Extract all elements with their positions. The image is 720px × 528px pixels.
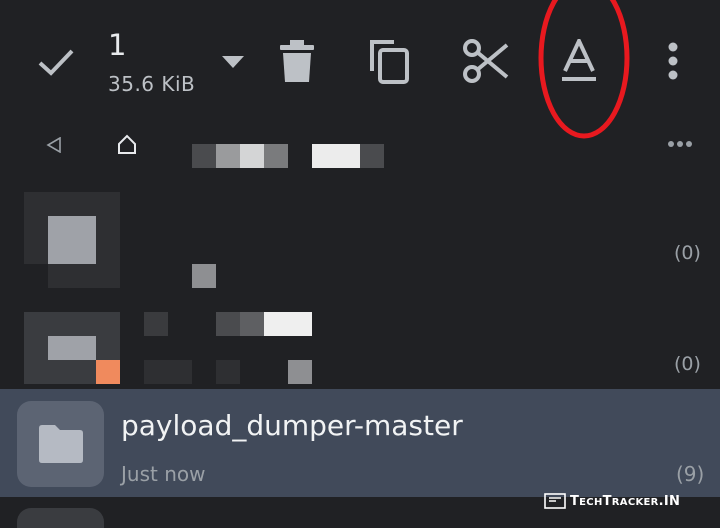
back-arrow-icon[interactable]: [42, 134, 66, 156]
file-row-1-count: (0): [674, 242, 701, 264]
more-vertical-icon[interactable]: [660, 40, 686, 82]
file-row-2-icon: [24, 312, 120, 384]
check-icon[interactable]: [34, 42, 78, 82]
file-modified-time: Just now: [121, 462, 206, 486]
selection-size: 35.6 KiB: [108, 72, 196, 96]
file-row-1-name-censored: [192, 264, 216, 288]
copy-icon[interactable]: [366, 38, 412, 86]
file-row-1-icon: [24, 192, 120, 288]
cut-icon[interactable]: [462, 38, 510, 84]
file-item-count: (9): [676, 462, 705, 486]
annotation-ellipse: [538, 0, 630, 139]
selection-count: 1: [108, 28, 127, 62]
breadcrumb-censored: [192, 144, 384, 168]
watermark-logo-icon: [544, 493, 566, 509]
more-horizontal-icon[interactable]: [664, 136, 696, 152]
home-icon[interactable]: [114, 132, 140, 156]
file-row-2-name-censored: [144, 312, 312, 384]
watermark: TECHTRACKER.IN: [544, 490, 680, 512]
folder-icon: [17, 401, 104, 487]
file-row-2-count: (0): [674, 353, 701, 375]
file-name: payload_dumper-master: [121, 409, 463, 442]
dropdown-arrow-icon[interactable]: [218, 50, 248, 74]
trash-icon[interactable]: [276, 38, 318, 84]
file-row-selected[interactable]: [0, 389, 720, 497]
file-row-4-icon: [17, 508, 104, 528]
